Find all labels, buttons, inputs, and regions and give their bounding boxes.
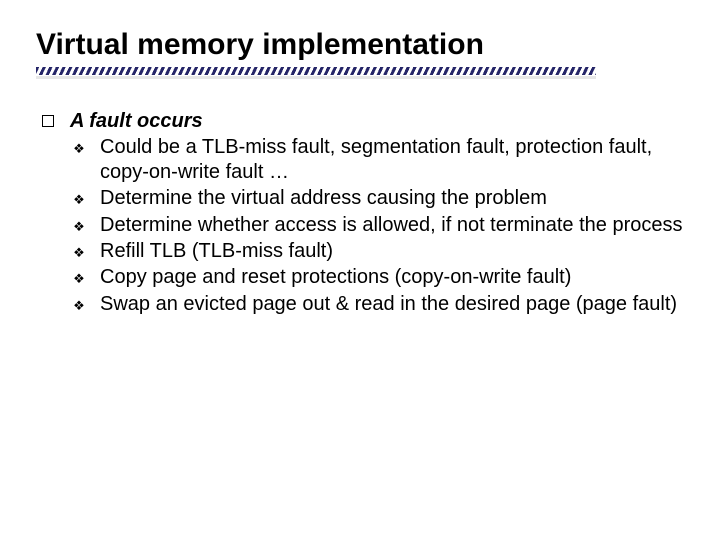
- list-item-text: Determine whether access is allowed, if …: [100, 213, 684, 237]
- list-item-text: Determine the virtual address causing th…: [100, 186, 684, 210]
- list-item: ❖ Copy page and reset protections (copy-…: [72, 265, 684, 289]
- title-divider: [36, 67, 684, 79]
- section-heading: A fault occurs: [70, 109, 203, 133]
- list-item-level1: A fault occurs: [42, 109, 684, 133]
- list-item-text: Could be a TLB-miss fault, segmentation …: [100, 135, 684, 184]
- list-item: ❖ Determine the virtual address causing …: [72, 186, 684, 210]
- slide-content: A fault occurs ❖ Could be a TLB-miss fau…: [36, 109, 684, 316]
- diamond-bullet-icon: ❖: [72, 220, 86, 233]
- list-item: ❖ Swap an evicted page out & read in the…: [72, 292, 684, 316]
- diamond-bullet-icon: ❖: [72, 299, 86, 312]
- list-item: ❖ Determine whether access is allowed, i…: [72, 213, 684, 237]
- square-bullet-icon: [42, 115, 54, 127]
- diamond-bullet-icon: ❖: [72, 193, 86, 206]
- slide-title: Virtual memory implementation: [36, 28, 684, 61]
- list-item-text: Copy page and reset protections (copy-on…: [100, 265, 684, 289]
- diamond-bullet-icon: ❖: [72, 246, 86, 259]
- diamond-bullet-icon: ❖: [72, 142, 86, 155]
- list-item: ❖ Could be a TLB-miss fault, segmentatio…: [72, 135, 684, 184]
- list-item-text: Swap an evicted page out & read in the d…: [100, 292, 684, 316]
- slide: Virtual memory implementation A fault oc…: [0, 0, 720, 540]
- diamond-bullet-icon: ❖: [72, 272, 86, 285]
- list-item-text: Refill TLB (TLB-miss fault): [100, 239, 684, 263]
- list-item: ❖ Refill TLB (TLB-miss fault): [72, 239, 684, 263]
- sublist: ❖ Could be a TLB-miss fault, segmentatio…: [72, 135, 684, 316]
